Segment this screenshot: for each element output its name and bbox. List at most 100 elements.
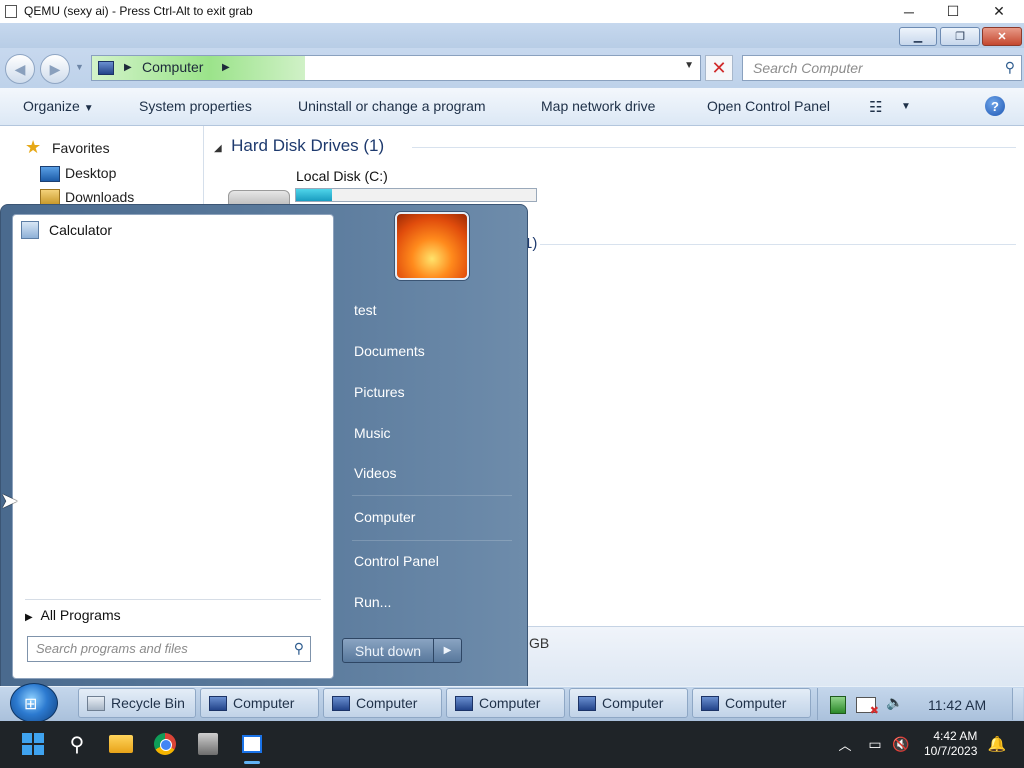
search-icon[interactable]: ⚲ [1005,59,1015,76]
host-close-button[interactable]: ✕ [976,0,1022,23]
organize-button[interactable]: Organize ▼ [23,98,94,114]
address-bar[interactable]: ▶ Computer ▶ ▼ [91,55,701,81]
qemu-icon[interactable] [195,731,221,757]
start-orb-button[interactable]: ⊞ [10,683,58,723]
start-item-music[interactable]: Music [354,425,391,441]
start-item-user[interactable]: test [354,302,377,318]
stop-loading-icon[interactable]: ✕ [705,55,733,81]
computer-icon [98,61,114,75]
search-icon[interactable]: ⚲ [64,731,90,757]
map-network-drive-button[interactable]: Map network drive [541,98,655,114]
explorer-minimize-button[interactable]: ▁ [899,27,937,46]
disk-usage-fill [296,189,332,201]
network-error-icon[interactable]: ✖ [856,697,879,717]
host-minimize-button[interactable]: ─ [886,0,932,23]
windows-start-icon[interactable] [20,731,46,757]
group-divider [412,147,1016,148]
taskbar-button-recycle-bin[interactable]: Recycle Bin [78,688,196,718]
view-options-chevron-icon[interactable]: ▼ [901,101,911,112]
breadcrumb-computer[interactable]: Computer [142,59,203,75]
chevron-down-icon: ▼ [83,103,94,114]
disk-usage-bar [295,188,537,202]
show-desktop-button[interactable] [1012,688,1023,720]
start-menu-divider [352,495,512,496]
back-button[interactable]: ◀ [5,54,35,84]
help-icon[interactable]: ? [985,96,1005,116]
program-calculator[interactable]: Calculator [21,221,112,239]
forward-button[interactable]: ▶ [40,54,70,84]
all-programs-label: All Programs [40,607,121,623]
uninstall-program-button[interactable]: Uninstall or change a program [298,98,486,114]
mouse-cursor-icon: ➤ [0,488,19,513]
taskbar-button-computer[interactable]: Computer [692,688,811,718]
start-menu-divider [352,540,512,541]
program-label: Calculator [49,222,113,238]
guest-clock[interactable]: 11:42 AM [928,697,986,713]
search-icon[interactable]: ⚲ [294,640,304,657]
network-icon[interactable]: ▭ [862,731,888,757]
taskbar-button-label: Computer [602,695,664,711]
host-maximize-button[interactable]: ☐ [930,0,976,23]
start-search-placeholder: Search programs and files [36,641,188,656]
local-disk-label[interactable]: Local Disk (C:) [296,168,388,184]
notification-bell-icon[interactable]: 🔔 [984,731,1010,757]
downloads-folder-icon [40,189,60,205]
details-size-text: GB [529,635,550,651]
file-explorer-icon[interactable] [108,731,134,757]
start-item-pictures[interactable]: Pictures [354,384,405,400]
system-properties-button[interactable]: System properties [139,98,252,114]
nav-downloads[interactable]: Downloads [65,189,134,205]
taskbar-button-computer[interactable]: Computer [200,688,319,718]
user-avatar[interactable] [395,212,469,280]
volume-icon[interactable]: 🔇 [888,731,914,757]
recycle-bin-icon [87,695,105,711]
address-row: ◀ ▶ ▼ ▶ Computer ▶ ▼ ✕ Search Computer ⚲ [0,48,1024,88]
host-date: 10/7/2023 [924,744,978,758]
taskbar-button-label: Computer [356,695,418,711]
tray-overflow-chevron-icon[interactable]: ︿ [832,731,858,757]
breadcrumb-chevron-icon[interactable]: ▶ [222,62,230,73]
explorer-close-button[interactable]: ✕ [982,27,1022,46]
group-divider [540,244,1016,245]
taskbar-button-computer[interactable]: Computer [323,688,442,718]
calculator-icon [21,221,39,239]
expand-arrow-icon: ▶ [25,612,33,623]
collapse-triangle-icon[interactable]: ◢ [214,143,222,154]
shut-down-button[interactable]: Shut down [342,638,434,663]
breadcrumb-chevron-icon[interactable]: ▶ [124,62,132,73]
taskbar-button-computer[interactable]: Computer [446,688,565,718]
taskbar-button-label: Computer [725,695,787,711]
recent-pages-icon[interactable]: ▼ [75,62,84,72]
start-item-videos[interactable]: Videos [354,465,397,481]
host-clock[interactable]: 4:42 AM 10/7/2023 [924,729,977,759]
explorer-restore-button[interactable]: ❐ [940,27,980,46]
taskbar-button-label: Recycle Bin [111,695,185,711]
start-item-run[interactable]: Run... [354,594,391,610]
all-programs-button[interactable]: ▶ All Programs [25,607,121,623]
chrome-icon[interactable] [152,731,178,757]
nav-desktop[interactable]: Desktop [65,165,116,181]
search-input[interactable]: Search Computer ⚲ [742,55,1022,81]
start-item-documents[interactable]: Documents [354,343,425,359]
favorites-star-icon: ★ [25,137,42,157]
start-item-computer[interactable]: Computer [354,509,415,525]
shut-down-options-icon[interactable]: ▶ [433,638,462,663]
tray-divider [817,688,818,720]
computer-icon [455,695,473,711]
computer-icon [578,695,596,711]
action-center-icon[interactable] [830,696,846,714]
taskbar-button-computer[interactable]: Computer [569,688,688,718]
address-dropdown-icon[interactable]: ▼ [684,60,694,71]
hard-disk-drives-group-header[interactable]: ◢ Hard Disk Drives (1) [214,136,384,156]
start-item-control-panel[interactable]: Control Panel [354,553,439,569]
taskbar-button-label: Computer [233,695,295,711]
nav-favorites[interactable]: Favorites [52,140,110,156]
active-app-indicator [244,761,260,764]
active-app-icon[interactable] [239,731,265,757]
volume-muted-icon[interactable]: 🔈 [886,694,903,711]
start-search-input[interactable]: Search programs and files ⚲ [27,636,311,662]
command-bar: Organize ▼ System properties Uninstall o… [0,88,1024,203]
change-view-icon[interactable]: ☷ [869,98,882,116]
host-window-titlebar: QEMU (sexy ai) - Press Ctrl-Alt to exit … [0,0,1024,24]
open-control-panel-button[interactable]: Open Control Panel [707,98,830,114]
